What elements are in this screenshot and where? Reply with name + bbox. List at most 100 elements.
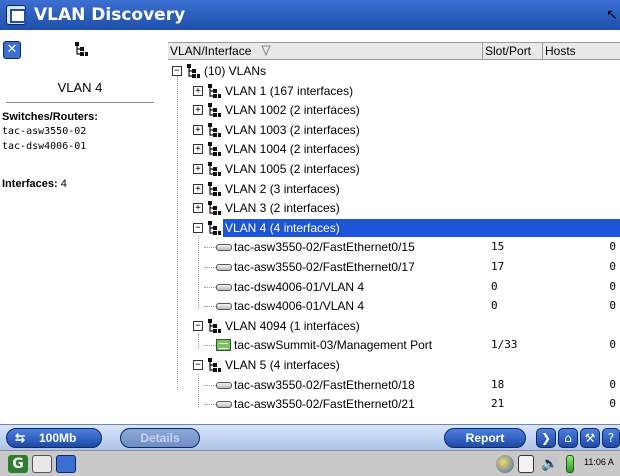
tools-icon[interactable]: ⚒ — [580, 428, 600, 448]
slot-port-value: 15 — [491, 240, 505, 254]
vlan-row[interactable]: + VLAN 1004 (2 interfaces) — [168, 140, 620, 158]
tree-connector — [204, 247, 216, 249]
bottom-toolbar: ⇆ 100Mb Details Report ❯ ⌂ ⚒ ? — [0, 424, 620, 450]
vlan-icon — [187, 64, 200, 78]
expand-icon[interactable]: + — [193, 124, 203, 135]
slot-port-value: 21 — [491, 397, 505, 411]
ethernet-port-icon — [216, 244, 232, 252]
interface-row[interactable]: tac-aswSummit-03/Management Port 1/33 0 — [168, 336, 620, 354]
details-button[interactable]: Details — [120, 428, 200, 448]
vlan-row[interactable]: − VLAN 4 (4 interfaces) — [168, 218, 620, 237]
interface-label: tac-asw3550-02/FastEthernet0/15 — [234, 240, 415, 255]
report-button[interactable]: Report — [444, 428, 526, 448]
vlan-row[interactable]: + VLAN 3 (2 interfaces) — [168, 199, 620, 217]
interface-label: tac-dsw4006-01/VLAN 4 — [234, 279, 365, 294]
vlan-icon — [208, 358, 221, 372]
interface-row[interactable]: tac-asw3550-02/FastEthernet0/17 17 0 — [168, 258, 620, 276]
network-speed-button[interactable]: ⇆ 100Mb — [6, 428, 102, 448]
expand-icon[interactable]: + — [193, 183, 203, 194]
tree-guide-line — [198, 334, 199, 348]
interface-label: tac-asw3550-02/FastEthernet0/17 — [234, 260, 415, 274]
vlan-row[interactable]: − VLAN 4094 (1 interfaces) — [168, 317, 620, 335]
interface-label: tac-dsw4006-01/VLAN 4 — [234, 299, 365, 314]
world-icon[interactable] — [496, 455, 514, 473]
collapse-icon[interactable]: − — [193, 360, 203, 370]
vlan-row[interactable]: + VLAN 1005 (2 interfaces) — [168, 160, 620, 178]
vlan-label: VLAN 1002 (2 interfaces) — [225, 103, 360, 118]
collapse-icon[interactable]: − — [193, 320, 203, 331]
vlan-label: VLAN 1 (167 interfaces) — [225, 83, 354, 98]
vlan-row[interactable]: + VLAN 1003 (2 interfaces) — [168, 121, 620, 139]
management-port-icon — [216, 339, 231, 352]
sort-triangle-icon — [260, 45, 271, 56]
interface-row[interactable]: tac-dsw4006-01/VLAN 4 0 0 — [168, 278, 620, 296]
close-icon[interactable]: ✕ — [3, 41, 21, 59]
column-header-slot-port[interactable]: Slot/Port — [482, 43, 542, 60]
column-header-hosts[interactable]: Hosts — [542, 43, 620, 60]
keyboard-icon[interactable] — [32, 455, 52, 473]
taskbar: G 🔊 11:06 A — [0, 450, 620, 476]
forward-icon[interactable]: ❯ — [536, 428, 556, 448]
window-title: VLAN Discovery — [34, 5, 186, 25]
start-icon[interactable]: G — [8, 455, 28, 473]
expand-icon[interactable]: + — [193, 105, 203, 116]
divider — [6, 102, 154, 103]
vlan-label: VLAN 1004 (2 interfaces) — [225, 142, 360, 157]
vlan-tree-icon — [75, 42, 88, 56]
expand-icon[interactable]: + — [193, 85, 203, 96]
ethernet-port-icon — [216, 264, 232, 271]
vlan-icon — [208, 201, 221, 216]
interface-row[interactable]: tac-asw3550-02/FastEthernet0/21 21 0 — [168, 395, 620, 413]
slot-port-value: 17 — [491, 260, 505, 273]
interface-row[interactable]: tac-asw3550-02/FastEthernet0/18 18 0 — [168, 376, 620, 394]
switch-name: tac-dsw4006-01 — [2, 141, 87, 152]
vlan-label: VLAN 1005 (2 interfaces) — [225, 162, 360, 176]
vlan-discovery-app: VLAN Discovery ↖ ✕ VLAN 4 Switches/Route… — [0, 0, 620, 476]
slot-port-value: 0 — [491, 299, 498, 313]
tree-rows: − (10) VLANs + VLAN 1 (167 interfaces) + VLAN… — [168, 62, 620, 422]
slot-port-value: 18 — [491, 377, 505, 391]
battery-icon[interactable] — [566, 455, 574, 473]
interface-row[interactable]: tac-dsw4006-01/VLAN 4 0 0 — [168, 297, 620, 315]
ethernet-port-icon — [216, 303, 232, 311]
tree-connector — [204, 345, 216, 347]
app-window-icon — [6, 5, 26, 25]
interface-label: tac-asw3550-02/FastEthernet0/21 — [234, 397, 415, 412]
interface-row[interactable]: tac-asw3550-02/FastEthernet0/15 15 0 — [168, 238, 620, 256]
details-panel: ✕ VLAN 4 Switches/Routers: tac-asw3550-0… — [0, 38, 160, 424]
vlan-row[interactable]: + VLAN 2 (3 interfaces) — [168, 180, 620, 198]
interface-label: tac-asw3550-02/FastEthernet0/18 — [234, 377, 415, 392]
vlan-icon — [208, 220, 221, 235]
vlan-label: VLAN 3 (2 interfaces) — [225, 201, 340, 216]
speaker-icon[interactable]: 🔊 — [540, 455, 560, 473]
expand-icon[interactable]: + — [193, 203, 203, 214]
collapse-icon[interactable]: − — [193, 222, 203, 233]
vlan-icon — [208, 162, 221, 176]
window-icon[interactable] — [56, 455, 76, 473]
ethernet-port-icon — [216, 381, 232, 389]
vlan-label: VLAN 4094 (1 interfaces) — [225, 318, 360, 333]
vlan-row[interactable]: + VLAN 1002 (2 interfaces) — [168, 101, 620, 119]
vlan-row[interactable]: + VLAN 1 (167 interfaces) — [168, 82, 620, 100]
vlan-icon — [208, 181, 221, 196]
column-header-interface[interactable]: VLAN/Interface — [168, 43, 482, 60]
network-icon: ⇆ — [15, 431, 26, 445]
hosts-value: 0 — [609, 377, 616, 391]
expand-icon[interactable]: + — [193, 144, 203, 155]
vlan-count-label: (10) VLANs — [204, 64, 267, 78]
expand-icon[interactable]: + — [193, 164, 203, 174]
tree-connector — [204, 404, 216, 406]
tree-connector — [204, 306, 216, 308]
vlan-row[interactable]: − VLAN 5 (4 interfaces) — [168, 356, 620, 374]
collapse-icon[interactable]: − — [172, 66, 182, 76]
title-bar: VLAN Discovery ↖ — [0, 0, 620, 30]
tree-root-row[interactable]: − (10) VLANs — [168, 62, 620, 80]
cursor-arrow-icon: ↖ — [606, 7, 618, 23]
clipboard-icon[interactable] — [518, 455, 534, 473]
switch-name: tac-asw3550-02 — [2, 126, 87, 137]
vlan-icon — [208, 122, 221, 137]
tree-connector — [204, 267, 216, 268]
home-icon[interactable]: ⌂ — [558, 428, 578, 448]
help-icon[interactable]: ? — [602, 428, 620, 448]
tree-guide-line — [198, 373, 199, 407]
